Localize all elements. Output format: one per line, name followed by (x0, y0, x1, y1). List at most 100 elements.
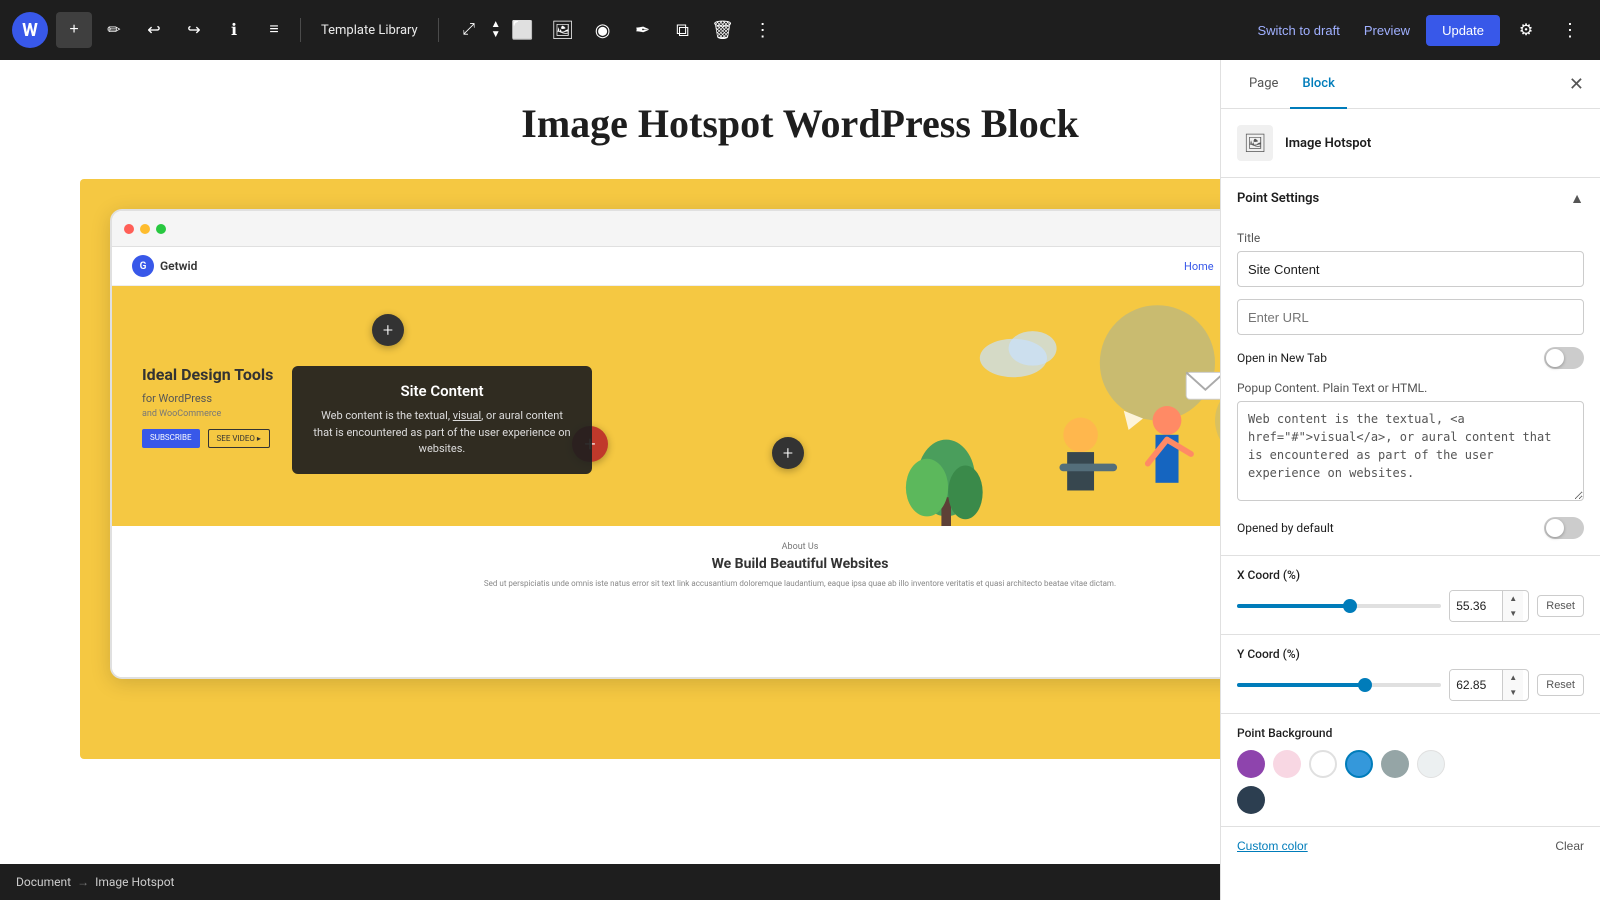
add-block-button[interactable]: + (56, 12, 92, 48)
toolbar-divider-1 (300, 18, 301, 42)
x-coord-label: X Coord (%) (1237, 568, 1584, 582)
breadcrumb-document[interactable]: Document (16, 875, 71, 889)
paint-icon: ✒ (635, 20, 650, 41)
y-coord-input-box: 62.85 ▲ ▼ (1449, 669, 1529, 701)
swatch-blue[interactable] (1345, 750, 1373, 778)
y-coord-slider[interactable] (1237, 683, 1441, 687)
swatch-gray[interactable] (1381, 750, 1409, 778)
title-input[interactable] (1237, 251, 1584, 287)
info-button[interactable]: ℹ (216, 12, 252, 48)
x-coord-section: X Coord (%) 55.36 ▲ ▼ Reset (1221, 556, 1600, 635)
swatch-purple[interactable] (1237, 750, 1265, 778)
x-coord-reset-button[interactable]: Reset (1537, 595, 1584, 617)
list-button[interactable]: ≡ (256, 12, 292, 48)
panel-body-point-settings: Title Open in New Tab Popup Content. Pla… (1221, 231, 1600, 555)
point-bg-label: Point Background (1237, 726, 1584, 740)
color-swatches-row2 (1237, 786, 1584, 814)
more-options-button[interactable]: ⋮ (745, 12, 781, 48)
switch-draft-button[interactable]: Switch to draft (1249, 17, 1347, 44)
x-down-arrow-icon[interactable]: ▼ (1503, 606, 1523, 621)
align-button[interactable]: ⬜ (505, 12, 541, 48)
undo-icon: ↩ (147, 20, 160, 40)
swatch-white[interactable] (1309, 750, 1337, 778)
main-layout: Image Hotspot WordPress Block G Getwid (0, 60, 1600, 900)
toggle-knob-2 (1546, 519, 1564, 537)
move-icon: ⤢ (462, 21, 475, 39)
wp-logo[interactable]: W (12, 12, 48, 48)
x-up-arrow-icon[interactable]: ▲ (1503, 591, 1523, 606)
mock-nav-home[interactable]: Home (1184, 260, 1214, 273)
swatch-light[interactable] (1417, 750, 1445, 778)
options-button[interactable]: ⋮ (1552, 12, 1588, 48)
redo-button[interactable]: ↪ (176, 12, 212, 48)
hotspot-point-2[interactable]: + (772, 437, 804, 469)
plus-icon-1: + (383, 320, 393, 341)
y-coord-input[interactable]: 62.85 (1450, 670, 1502, 700)
duplicate-button[interactable]: ⧉ (665, 12, 701, 48)
y-coord-reset-button[interactable]: Reset (1537, 674, 1584, 696)
toolbar: W + ✏ ↩ ↪ ℹ ≡ Template Library ⤢ ▲ ▼ ⬜ 🖼 (0, 0, 1600, 60)
clear-button[interactable]: Clear (1555, 839, 1584, 853)
move-button[interactable]: ⤢ (451, 12, 487, 48)
duplicate-icon: ⧉ (676, 20, 689, 41)
image-button[interactable]: 🖼 (545, 12, 581, 48)
location-button[interactable]: ◉ (585, 12, 621, 48)
image-hotspot-icon: 🖼 (1244, 133, 1267, 154)
pencil-icon: ✏ (107, 20, 120, 40)
hotspot-popup: Site Content Web content is the textual,… (292, 366, 592, 474)
undo-button[interactable]: ↩ (136, 12, 172, 48)
custom-color-button[interactable]: Custom color (1237, 839, 1308, 853)
down-arrow-icon[interactable]: ▼ (491, 30, 501, 40)
breadcrumb-page[interactable]: Image Hotspot (95, 875, 174, 889)
paint-button[interactable]: ✒ (625, 12, 661, 48)
settings-button[interactable]: ⚙ (1508, 12, 1544, 48)
block-inspector-name: Image Hotspot (1285, 136, 1371, 151)
y-up-arrow-icon[interactable]: ▲ (1503, 670, 1523, 685)
y-down-arrow-icon[interactable]: ▼ (1503, 685, 1523, 700)
y-coord-slider-thumb (1358, 678, 1372, 692)
toggle-knob (1546, 349, 1564, 367)
sidebar: Page Block ✕ 🖼 Image Hotspot Point Setti… (1220, 60, 1600, 900)
swatch-pink[interactable] (1273, 750, 1301, 778)
image-icon: 🖼 (551, 20, 574, 41)
plus-icon: + (69, 21, 78, 39)
block-inspector-header: 🖼 Image Hotspot (1221, 109, 1600, 178)
delete-button[interactable]: 🗑 (705, 12, 741, 48)
x-coord-input[interactable]: 55.36 (1450, 591, 1502, 621)
url-input[interactable] (1237, 299, 1584, 335)
y-coord-label: Y Coord (%) (1237, 647, 1584, 661)
x-coord-slider-fill (1237, 604, 1350, 608)
swatch-dark[interactable] (1237, 786, 1265, 814)
info-icon: ℹ (231, 20, 237, 40)
y-coord-slider-fill (1237, 683, 1365, 687)
color-swatches (1237, 750, 1584, 778)
list-icon: ≡ (269, 21, 278, 39)
template-library-title: Template Library (309, 23, 430, 38)
update-button[interactable]: Update (1426, 15, 1500, 46)
mock-subscribe-btn[interactable]: SUBSCRIBE (142, 429, 200, 448)
block-icon: 🖼 (1237, 125, 1273, 161)
url-field-container (1237, 299, 1584, 335)
x-coord-row: 55.36 ▲ ▼ Reset (1237, 590, 1584, 622)
title-field-label: Title (1237, 231, 1584, 245)
popup-content-textarea[interactable]: Web content is the textual, <a href="#">… (1237, 401, 1584, 501)
dot-green (156, 224, 166, 234)
x-coord-slider[interactable] (1237, 604, 1441, 608)
tools-button[interactable]: ✏ (96, 12, 132, 48)
gear-icon: ⚙ (1519, 20, 1533, 40)
opened-by-default-toggle[interactable] (1544, 517, 1584, 539)
close-sidebar-button[interactable]: ✕ (1569, 60, 1584, 108)
tab-page[interactable]: Page (1237, 60, 1290, 109)
mock-video-btn[interactable]: SEE VIDEO ▸ (208, 429, 270, 448)
preview-button[interactable]: Preview (1356, 17, 1418, 44)
open-new-tab-row: Open in New Tab (1237, 347, 1584, 369)
hotspot-point-1[interactable]: + (372, 314, 404, 346)
popup-content-label: Popup Content. Plain Text or HTML. (1237, 381, 1584, 395)
popup-title: Site Content (312, 382, 572, 400)
tab-block[interactable]: Block (1290, 60, 1346, 109)
trash-icon: 🗑 (711, 20, 734, 41)
toolbar-right: Switch to draft Preview Update ⚙ ⋮ (1249, 12, 1588, 48)
panel-header-point-settings[interactable]: Point Settings ▲ (1221, 178, 1600, 219)
point-bg-section: Point Background (1221, 714, 1600, 827)
open-new-tab-toggle[interactable] (1544, 347, 1584, 369)
